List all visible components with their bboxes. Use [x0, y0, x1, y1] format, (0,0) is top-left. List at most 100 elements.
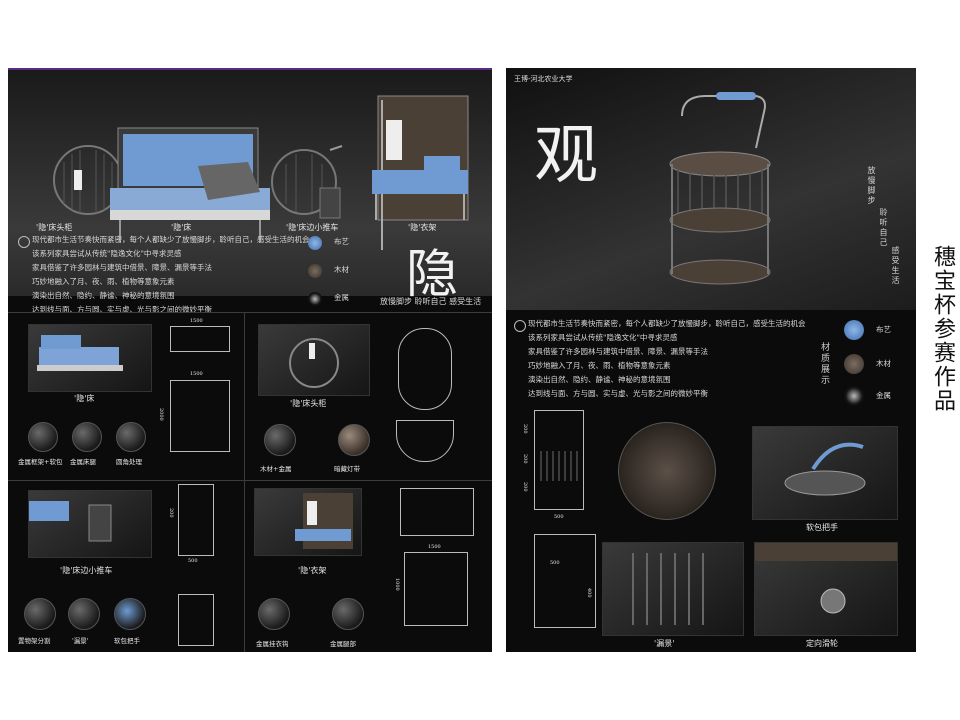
wood-swatch [844, 354, 864, 374]
poem-line: 聆听自己 [879, 208, 888, 248]
cart-elevation-drawing [178, 484, 214, 556]
material-label-metal: 金属 [334, 293, 349, 302]
rack-detail-label: 金属腿部 [330, 640, 356, 648]
nightstand-elevation-drawing [398, 328, 452, 410]
bullet-icon [18, 236, 30, 248]
louver-detail-photo [602, 542, 744, 636]
cart-top-view-photo [618, 422, 716, 520]
cart-dim: 200 [522, 482, 528, 492]
hero-caption-cart: '隐'床边小推车 [286, 223, 339, 232]
cart-detail-label: 软包把手 [114, 637, 140, 645]
cart-detail-thumb [24, 598, 56, 630]
bed-elevation-drawing [170, 326, 230, 352]
cart-side-drawing [178, 594, 214, 646]
bed-dim: 1500 [190, 318, 203, 324]
poem-line: 放慢脚步 [867, 166, 876, 206]
intro-line: 演染出自然、隐约、静谧、神秘的意境氛围 [528, 375, 671, 384]
slogan: 放慢脚步 聆听自己 感受生活 [380, 297, 482, 306]
material-label-fabric: 布艺 [876, 325, 891, 334]
cart-dim: 200 [522, 454, 528, 464]
cart-dim: 500 [188, 558, 198, 564]
bed-photo [28, 324, 152, 392]
right-hero-scene: 王博-河北农业大学 观 放慢脚步 聆听自己 感受生活 [506, 68, 916, 310]
material-label-metal: 金属 [876, 391, 891, 400]
rack-photo [254, 488, 362, 556]
nightstand-plan-drawing [396, 420, 454, 462]
nightstand-photo [258, 324, 370, 396]
intro-line: 达到线与面、方与圆、实与虚、光与影之间的微妙平衡 [32, 305, 212, 314]
bed-dim: 2000 [158, 408, 164, 421]
bed-detail-thumb [116, 422, 146, 452]
rack-dim: 1500 [428, 544, 441, 550]
cart-dim: 500 [550, 560, 560, 566]
cart-dim: 400 [586, 588, 592, 598]
bed-detail-label: 圆角处理 [116, 458, 142, 466]
material-label-fabric: 布艺 [334, 237, 349, 246]
cart-detail-thumb [68, 598, 100, 630]
cart-photo [28, 490, 152, 558]
bed-detail-thumb [28, 422, 58, 452]
cart-dim: 500 [554, 514, 564, 520]
big-character-guan: 观 [534, 119, 598, 193]
rack-dim: 1000 [394, 578, 400, 591]
cart-title: '隐'床边小推车 [60, 566, 113, 575]
poem-line: 感受生活 [891, 246, 900, 286]
nightstand-detail-thumb [264, 424, 296, 456]
cart-dim: 200 [522, 424, 528, 434]
intro-line: 家具借鉴了许多园林与建筑中借景、障景、漏景等手法 [528, 347, 708, 356]
cart-detail-label: '漏景' [72, 637, 89, 645]
wood-swatch [308, 264, 322, 278]
cart-front-drawing [534, 410, 584, 510]
intro-line: 现代都市生活节奏快而紧密，每个人都缺少了放慢脚步，聆听自己，感受生活的机会 [32, 235, 310, 244]
intro-line: 达到线与面、方与圆、实与虚、光与影之间的微妙平衡 [528, 389, 708, 398]
divider [8, 480, 492, 481]
rack-detail-label: 金属挂衣钩 [256, 640, 289, 648]
author-header: 王博-河北农业大学 [514, 75, 573, 83]
hero-caption-bed: '隐'床 [171, 223, 192, 232]
handle-detail-photo [752, 426, 898, 520]
cart-detail-label: 置物架分割 [18, 637, 51, 645]
cart-side-drawing [534, 534, 596, 628]
bed-title: '隐'床 [74, 394, 95, 403]
divider [244, 312, 245, 652]
rack-title: '隐'衣架 [298, 566, 327, 575]
competition-title: 穗宝杯参赛作品 [930, 245, 955, 413]
bed-detail-label: 金属框架+软包 [18, 458, 63, 466]
bullet-icon [514, 320, 526, 332]
intro-line: 巧妙地融入了月、夜、雨、植物等意象元素 [32, 277, 175, 286]
metal-swatch [844, 386, 864, 406]
intro-line: 该系列家具尝试从传统"隐逸文化"中寻求灵感 [32, 249, 182, 258]
nightstand-detail-label: 木材+金属 [260, 465, 292, 473]
handle-detail-label: 软包把手 [806, 523, 838, 532]
cart-detail-thumb [114, 598, 146, 630]
rack-plan-drawing [400, 488, 474, 536]
cart-dim: 200 [168, 508, 174, 518]
nightstand-detail-thumb [338, 424, 370, 456]
right-poster-board: 王博-河北农业大学 观 放慢脚步 聆听自己 感受生活 现代都市生活节奏快而紧密，… [506, 68, 916, 652]
rack-detail-thumb [332, 598, 364, 630]
divider [8, 312, 492, 313]
intro-line: 家具借鉴了许多园林与建筑中借景、障景、漏景等手法 [32, 263, 212, 272]
fabric-swatch [308, 236, 322, 250]
bed-detail-thumb [72, 422, 102, 452]
bed-plan-drawing [170, 380, 230, 452]
rack-elevation-drawing [404, 552, 468, 626]
metal-swatch [308, 292, 322, 306]
hero-caption-nightstand: '隐'床头柜 [36, 223, 73, 232]
louver-detail-label: '漏景' [654, 639, 675, 648]
nightstand-detail-label: 暗藏灯带 [334, 465, 360, 473]
materials-title: 材质展示 [819, 342, 829, 386]
intro-line: 演染出自然、隐约、静谧、神秘的意境氛围 [32, 291, 175, 300]
caster-detail-label: 定向滑轮 [806, 639, 838, 648]
left-poster-board: '隐'床头柜 '隐'床 '隐'床边小推车 '隐'衣架 现代都市生活节奏快而紧密，… [8, 68, 492, 652]
intro-line: 巧妙地融入了月、夜、雨、植物等意象元素 [528, 361, 671, 370]
material-label-wood: 木材 [334, 265, 349, 274]
material-label-wood: 木材 [876, 359, 891, 368]
bed-detail-label: 金属床腿 [70, 458, 96, 466]
rack-detail-thumb [258, 598, 290, 630]
nightstand-title: '隐'床头柜 [290, 399, 327, 408]
intro-line: 该系列家具尝试从传统"隐逸文化"中寻求灵感 [528, 333, 678, 342]
bed-dim: 1500 [190, 371, 203, 377]
intro-line: 现代都市生活节奏快而紧密，每个人都缺少了放慢脚步，聆听自己，感受生活的机会 [528, 319, 806, 328]
fabric-swatch [844, 320, 864, 340]
